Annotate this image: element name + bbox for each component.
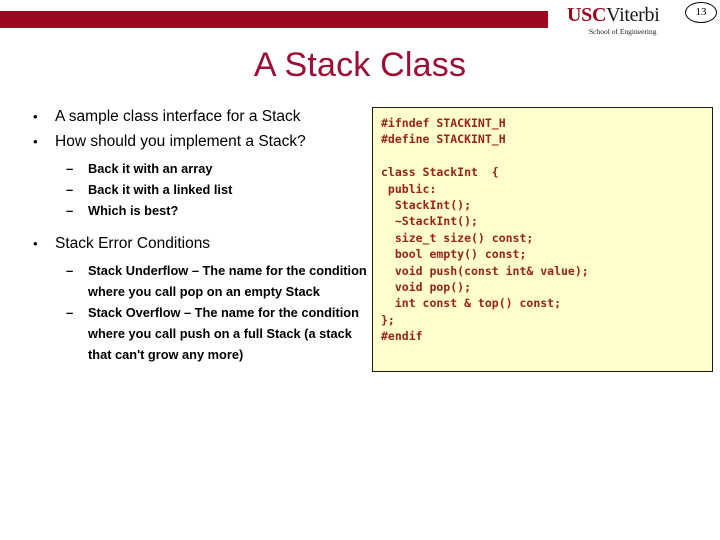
list-item: • How should you implement a Stack? <box>0 129 375 154</box>
list-item: – Back it with an array <box>0 158 375 179</box>
logo-wordmark: USCViterbi <box>567 5 687 25</box>
bullet-marker-icon: • <box>33 109 38 124</box>
list-item: • A sample class interface for a Stack <box>0 104 375 129</box>
brand-accent-bar <box>0 11 548 28</box>
dash-marker-icon: – <box>66 161 74 176</box>
slide-header: USCViterbi School of Engineering 13 <box>0 0 720 48</box>
bullet-marker-icon: • <box>33 236 38 251</box>
list-item: – Which is best? <box>0 200 375 221</box>
page-title: A Stack Class <box>253 46 467 84</box>
dash-marker-icon: – <box>66 305 74 320</box>
list-item-label: Stack Error Conditions <box>55 235 211 252</box>
dash-marker-icon: – <box>66 203 74 218</box>
list-item-label: Back it with an array <box>88 161 213 176</box>
logo-viterbi-text: Viterbi <box>606 4 660 26</box>
list-item-label: Stack Underflow – The name for the condi… <box>88 263 367 299</box>
list-item-label: Back it with a linked list <box>88 182 233 197</box>
logo-school-text: School of Engineering <box>589 27 657 36</box>
page-number-badge: 13 <box>685 2 717 23</box>
dash-marker-icon: – <box>66 182 74 197</box>
list-item: – Stack Overflow – The name for the cond… <box>0 302 375 365</box>
list-item-label: Which is best? <box>88 203 179 218</box>
list-item-label: How should you implement a Stack? <box>55 133 306 150</box>
list-item-label: A sample class interface for a Stack <box>55 108 301 125</box>
list-item: • Stack Error Conditions <box>0 231 375 256</box>
list-item-label: Stack Overflow – The name for the condit… <box>88 305 359 362</box>
bullet-marker-icon: • <box>33 134 38 149</box>
list-item: – Back it with a linked list <box>0 179 375 200</box>
code-block: #ifndef STACKINT_H #define STACKINT_H cl… <box>381 116 589 344</box>
bullet-list: • A sample class interface for a Stack •… <box>0 104 375 365</box>
list-item: – Stack Underflow – The name for the con… <box>0 260 375 302</box>
dash-marker-icon: – <box>66 263 74 278</box>
logo-usc-text: USC <box>567 4 607 26</box>
usc-viterbi-logo: USCViterbi School of Engineering <box>567 5 687 36</box>
code-panel: #ifndef STACKINT_H #define STACKINT_H cl… <box>372 107 713 372</box>
